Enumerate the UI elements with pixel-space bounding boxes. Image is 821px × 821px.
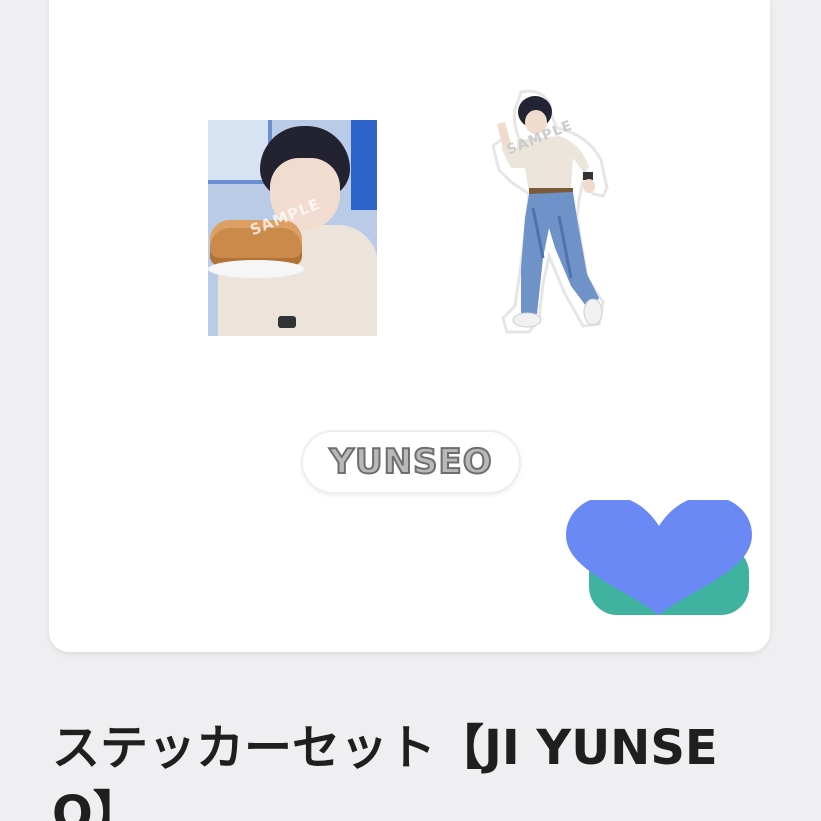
heart-icon[interactable] — [564, 496, 754, 640]
fullbody-figure — [491, 89, 609, 334]
name-sticker: YUNSEO — [303, 432, 519, 492]
product-page: SAMPLE SAMPLE YUNSEO ステッカーセット【JI YUNSEO】 — [0, 0, 821, 821]
product-title: ステッカーセット【JI YUNSEO】 — [52, 720, 718, 821]
heart-shape — [566, 496, 752, 615]
fullbody-sticker: SAMPLE — [459, 88, 619, 348]
wristwatch — [278, 316, 296, 328]
name-sticker-text: YUNSEO — [328, 441, 493, 483]
background-window-frame — [351, 120, 377, 210]
product-image-card[interactable]: SAMPLE SAMPLE YUNSEO — [49, 0, 770, 652]
photo-sticker: SAMPLE — [208, 120, 377, 336]
plate — [208, 260, 304, 278]
